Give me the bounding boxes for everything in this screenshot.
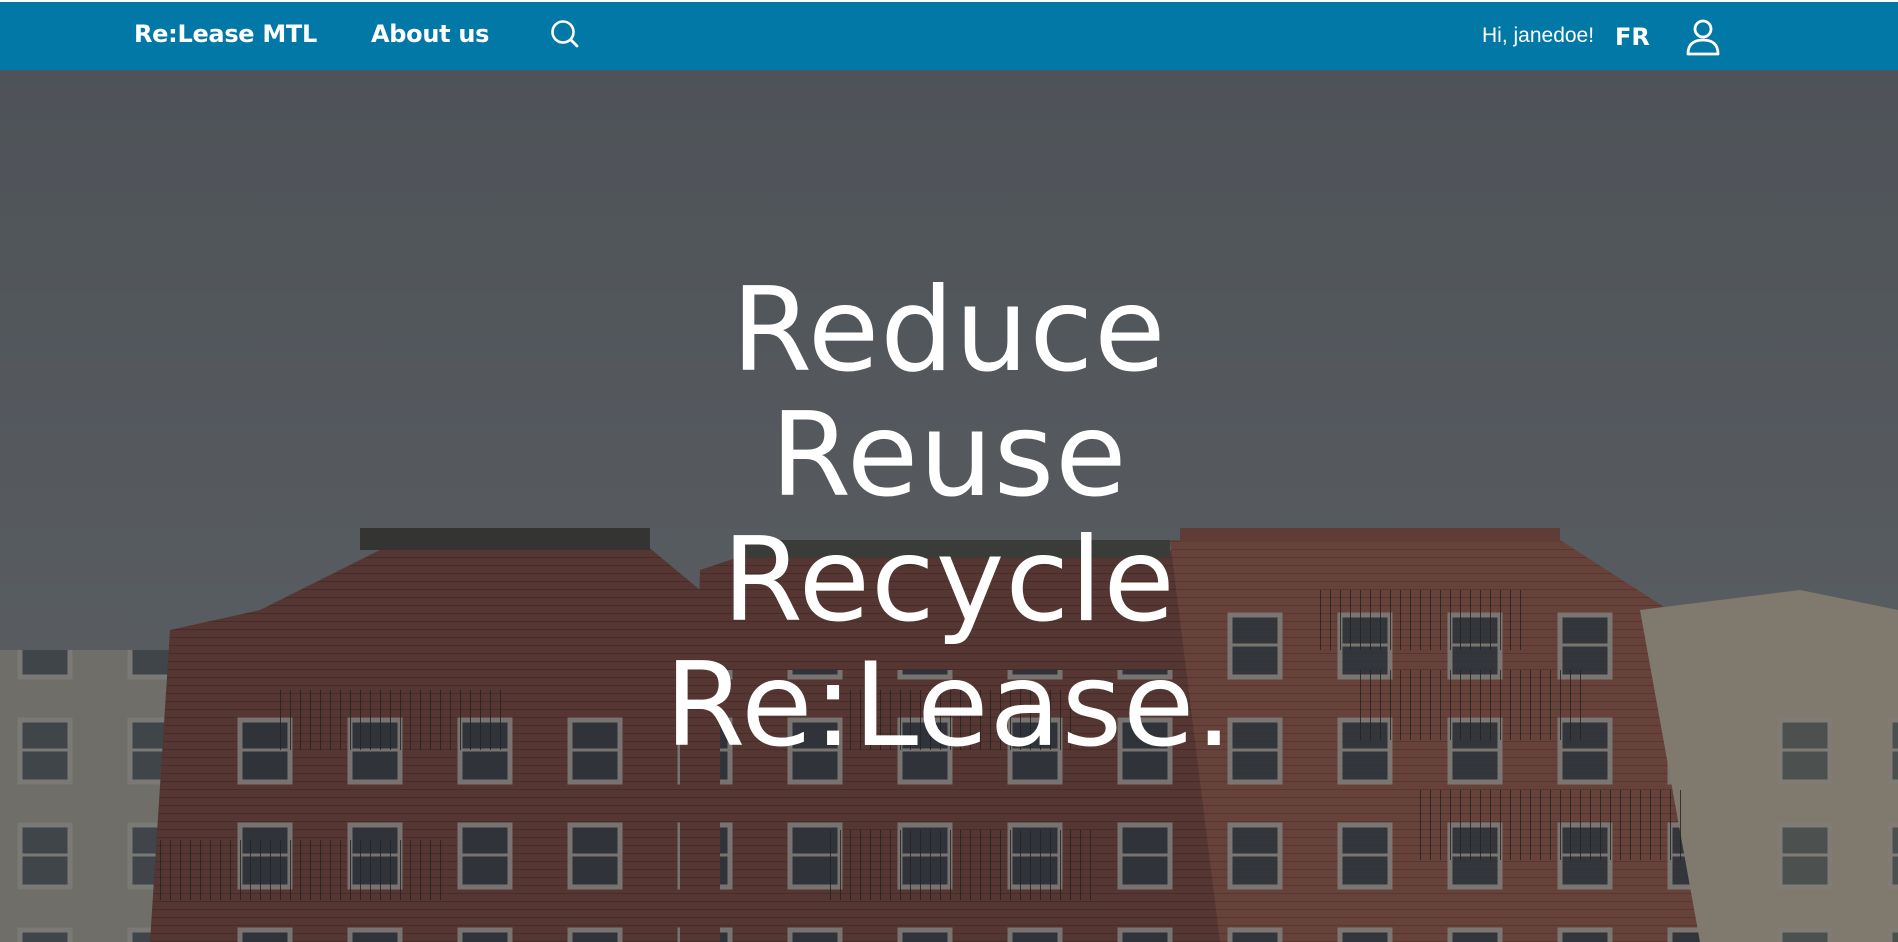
navbar: Re:Lease MTL About us Hi, janedoe! FR [0,2,1898,70]
top-strip [0,0,1898,2]
search-icon[interactable] [548,18,582,52]
headline-line-recycle: Recycle [722,512,1176,648]
headline-line-reuse: Reuse [770,387,1128,523]
user-icon[interactable] [1684,18,1722,58]
user-greeting: Hi, janedoe! [1482,24,1595,47]
hero-headline: Reduce Reuse Recycle Re:Lease. [0,268,1898,768]
brand-link[interactable]: Re:Lease MTL [134,20,317,48]
headline-line-release: Re:Lease. [664,637,1234,773]
headline-line-reduce: Reduce [731,262,1167,398]
hero-section: Reduce Reuse Recycle Re:Lease. [0,70,1898,942]
language-toggle[interactable]: FR [1615,23,1650,51]
about-us-link[interactable]: About us [371,20,489,48]
